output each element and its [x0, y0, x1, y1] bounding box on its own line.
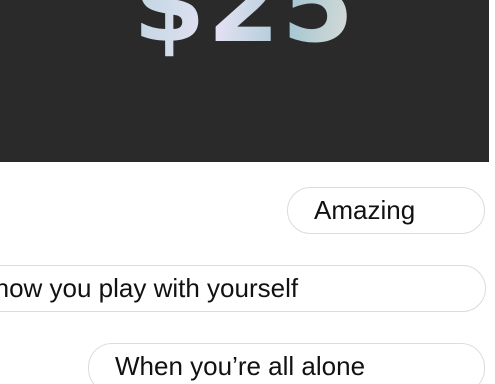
reply-suggestion-amazing[interactable]: Amazing: [287, 187, 485, 234]
reply-suggestion-play[interactable]: Love how you play with yourself: [0, 265, 486, 312]
gift-card-image: $25: [0, 0, 489, 162]
gift-amount: $25: [0, 0, 489, 80]
reply-suggestion-alone[interactable]: When you’re all alone: [88, 343, 485, 384]
conversation-view: $25 Amazing Love how you play with yours…: [0, 0, 495, 384]
